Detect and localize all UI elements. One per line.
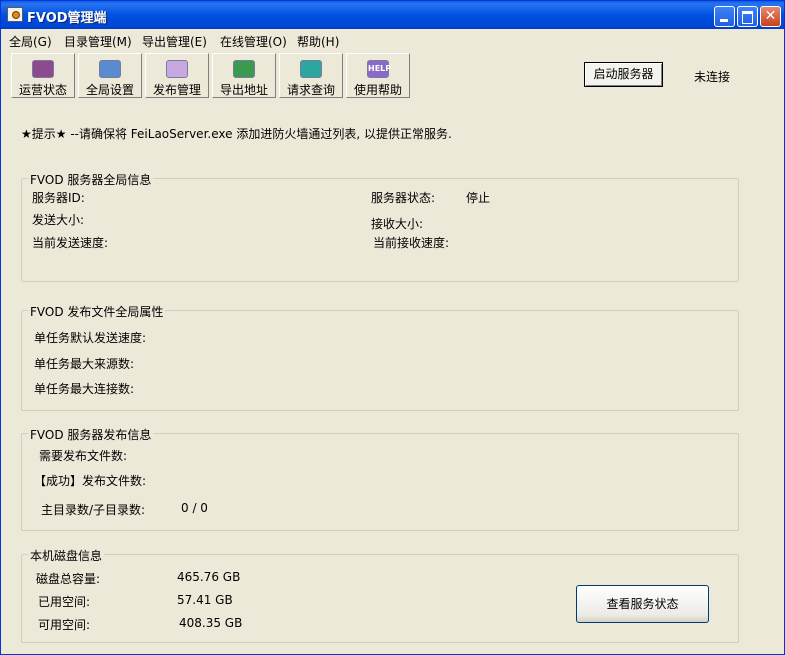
publish-props-group: FVOD 发布文件全局属性 单任务默认发送速度: 单任务最大来源数: 单任务最大… bbox=[21, 303, 739, 411]
close-icon: ✕ bbox=[764, 8, 777, 24]
main-window: FVOD管理端 ✕ 全局(G) 目录管理(M) 导出管理(E) 在线管理(O) … bbox=[0, 0, 785, 655]
toolbar-label: 请求查询 bbox=[286, 83, 335, 97]
menu-bar: 全局(G) 目录管理(M) 导出管理(E) 在线管理(O) 帮助(H) bbox=[1, 30, 784, 50]
dirs-value: 0 / 0 bbox=[181, 501, 208, 515]
minimize-button[interactable] bbox=[714, 6, 735, 27]
publish-icon bbox=[166, 60, 188, 78]
menu-export[interactable]: 导出管理(E) bbox=[142, 33, 207, 50]
disk-free-value: 408.35 GB bbox=[179, 616, 243, 630]
settings-icon bbox=[99, 60, 121, 78]
sent-size-label: 发送大小: bbox=[32, 213, 85, 227]
menu-online[interactable]: 在线管理(O) bbox=[220, 33, 287, 50]
maximize-icon bbox=[742, 11, 753, 24]
files-needed-label: 需要发布文件数: bbox=[39, 449, 128, 463]
toolbar-label: 全局设置 bbox=[85, 83, 134, 97]
monitor-icon bbox=[32, 60, 54, 78]
help-icon: HELP bbox=[367, 60, 391, 78]
default-speed-label: 单任务默认发送速度: bbox=[34, 331, 147, 345]
server-status-value: 停止 bbox=[466, 191, 491, 205]
export-icon bbox=[233, 60, 255, 78]
group-title: 本机磁盘信息 bbox=[28, 547, 105, 564]
view-service-status-button[interactable]: 查看服务状态 bbox=[576, 585, 709, 623]
disk-free-label: 可用空间: bbox=[38, 618, 91, 632]
menu-help[interactable]: 帮助(H) bbox=[297, 33, 339, 50]
group-title: FVOD 服务器全局信息 bbox=[28, 171, 154, 188]
recv-size-label: 接收大小: bbox=[371, 217, 424, 231]
connection-status: 未连接 bbox=[694, 70, 731, 84]
app-icon[interactable] bbox=[7, 7, 23, 22]
maximize-button[interactable] bbox=[737, 6, 758, 27]
dirs-label: 主目录数/子目录数: bbox=[41, 503, 146, 517]
disk-used-value: 57.41 GB bbox=[177, 593, 233, 607]
toolbar-export-button[interactable]: 导出地址 bbox=[212, 53, 276, 98]
toolbar-status-button[interactable]: 运营状态 bbox=[11, 53, 75, 98]
max-connections-label: 单任务最大连接数: bbox=[34, 382, 135, 396]
menu-global[interactable]: 全局(G) bbox=[9, 33, 52, 50]
toolbar-settings-button[interactable]: 全局设置 bbox=[78, 53, 142, 98]
query-icon bbox=[300, 60, 322, 78]
window-title: FVOD管理端 bbox=[27, 11, 107, 26]
group-title: FVOD 发布文件全局属性 bbox=[28, 303, 166, 320]
menu-directory[interactable]: 目录管理(M) bbox=[64, 33, 132, 50]
disk-total-value: 465.76 GB bbox=[177, 570, 241, 584]
server-status-label: 服务器状态: bbox=[371, 191, 436, 205]
disk-total-label: 磁盘总容量: bbox=[36, 572, 101, 586]
recv-speed-label: 当前接收速度: bbox=[373, 236, 450, 250]
close-button[interactable]: ✕ bbox=[760, 6, 781, 27]
title-bar[interactable]: FVOD管理端 ✕ bbox=[1, 1, 784, 29]
send-speed-label: 当前发送速度: bbox=[32, 236, 109, 250]
server-id-label: 服务器ID: bbox=[32, 191, 85, 205]
toolbar-label: 运营状态 bbox=[18, 83, 67, 97]
minimize-icon bbox=[720, 19, 728, 22]
start-server-button[interactable]: 启动服务器 bbox=[584, 62, 663, 87]
toolbar-query-button[interactable]: 请求查询 bbox=[279, 53, 343, 98]
publish-info-group: FVOD 服务器发布信息 需要发布文件数: 【成功】发布文件数: 主目录数/子目… bbox=[21, 426, 739, 531]
server-info-group: FVOD 服务器全局信息 服务器ID: 服务器状态: 停止 发送大小: 接收大小… bbox=[21, 171, 739, 282]
files-success-label: 【成功】发布文件数: bbox=[34, 474, 147, 488]
toolbar-publish-button[interactable]: 发布管理 bbox=[145, 53, 209, 98]
toolbar-label: 发布管理 bbox=[152, 83, 201, 97]
firewall-hint: ★提示★ --请确保将 FeiLaoServer.exe 添加进防火墙通过列表,… bbox=[21, 127, 452, 141]
group-title: FVOD 服务器发布信息 bbox=[28, 426, 154, 443]
disk-used-label: 已用空间: bbox=[38, 595, 91, 609]
toolbar-label: 使用帮助 bbox=[353, 83, 402, 97]
max-sources-label: 单任务最大来源数: bbox=[34, 357, 135, 371]
toolbar-help-button[interactable]: HELP 使用帮助 bbox=[346, 53, 410, 98]
toolbar-label: 导出地址 bbox=[219, 83, 268, 97]
